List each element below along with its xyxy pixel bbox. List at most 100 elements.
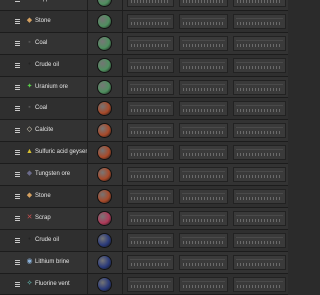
- slot-ticks: [237, 218, 282, 222]
- resource-row[interactable]: ▲ Sulfuric acid geyser: [0, 142, 288, 165]
- setting-slot-3[interactable]: [233, 254, 286, 270]
- slot-divider: [236, 236, 283, 238]
- column-divider: [122, 273, 123, 295]
- setting-slot-1[interactable]: [127, 210, 174, 226]
- drag-handle-icon[interactable]: [15, 18, 20, 24]
- column-divider: [122, 251, 123, 273]
- resource-row[interactable]: • Crude oil: [0, 229, 288, 252]
- setting-slot-2[interactable]: [179, 123, 228, 139]
- drag-handle-icon[interactable]: [15, 0, 20, 2]
- setting-slot-3[interactable]: [233, 0, 286, 7]
- resource-row[interactable]: • Crude oil: [0, 54, 288, 77]
- setting-slot-2[interactable]: [179, 276, 228, 292]
- planet-icon: [98, 102, 111, 116]
- slot-divider: [236, 149, 283, 151]
- setting-slot-1[interactable]: [127, 189, 174, 205]
- setting-slot-1[interactable]: [127, 57, 174, 73]
- setting-slot-2[interactable]: [179, 167, 228, 183]
- setting-slot-3[interactable]: [233, 79, 286, 95]
- setting-slot-1[interactable]: [127, 35, 174, 51]
- resource-row[interactable]: ◆ Stone: [0, 10, 288, 33]
- drag-handle-icon[interactable]: [15, 259, 20, 265]
- planet-icon: [98, 168, 111, 182]
- setting-slot-1[interactable]: [127, 254, 174, 270]
- resource-row[interactable]: ●Copper ore: [0, 0, 288, 11]
- planet-icon: [98, 211, 111, 225]
- resource-row[interactable]: ✦ Uranium ore: [0, 76, 288, 99]
- slot-ticks: [183, 175, 224, 179]
- setting-slot-2[interactable]: [179, 13, 228, 29]
- slot-divider: [130, 149, 171, 151]
- resource-row[interactable]: ◉ Lithium brine: [0, 251, 288, 274]
- slot-divider: [130, 83, 171, 85]
- setting-slot-2[interactable]: [179, 101, 228, 117]
- column-divider: [122, 229, 123, 251]
- drag-handle-icon[interactable]: [15, 128, 20, 134]
- setting-slot-2[interactable]: [179, 254, 228, 270]
- slot-ticks: [183, 218, 224, 222]
- drag-handle-icon[interactable]: [15, 84, 20, 90]
- setting-slot-3[interactable]: [233, 276, 286, 292]
- setting-slot-2[interactable]: [179, 79, 228, 95]
- setting-slot-1[interactable]: [127, 13, 174, 29]
- setting-slot-3[interactable]: [233, 232, 286, 248]
- setting-slot-1[interactable]: [127, 101, 174, 117]
- setting-slot-1[interactable]: [127, 0, 174, 7]
- drag-handle-icon[interactable]: [15, 150, 20, 156]
- slot-divider: [236, 105, 283, 107]
- setting-slot-1[interactable]: [127, 123, 174, 139]
- resource-name: Lithium brine: [35, 258, 70, 265]
- setting-slot-3[interactable]: [233, 189, 286, 205]
- drag-handle-icon[interactable]: [15, 62, 20, 68]
- resource-row[interactable]: ✕ Scrap: [0, 207, 288, 230]
- setting-slot-2[interactable]: [179, 210, 228, 226]
- setting-slot-3[interactable]: [233, 101, 286, 117]
- drag-handle-icon[interactable]: [15, 106, 20, 112]
- setting-slot-3[interactable]: [233, 57, 286, 73]
- setting-slot-2[interactable]: [179, 57, 228, 73]
- setting-slot-1[interactable]: [127, 79, 174, 95]
- setting-slot-3[interactable]: [233, 13, 286, 29]
- setting-slot-3[interactable]: [233, 145, 286, 161]
- setting-slot-3[interactable]: [233, 167, 286, 183]
- setting-slot-1[interactable]: [127, 276, 174, 292]
- drag-handle-icon[interactable]: [15, 215, 20, 221]
- setting-slot-2[interactable]: [179, 145, 228, 161]
- resource-row[interactable]: ▪ Coal: [0, 32, 288, 55]
- resource-name: Tungsten ore: [35, 171, 71, 178]
- slot-divider: [130, 193, 171, 195]
- setting-slot-2[interactable]: [179, 35, 228, 51]
- column-divider: [87, 142, 88, 164]
- column-divider: [87, 10, 88, 32]
- slot-divider: [236, 17, 283, 19]
- setting-slot-2[interactable]: [179, 232, 228, 248]
- setting-slot-3[interactable]: [233, 35, 286, 51]
- resource-row[interactable]: ◆ Stone: [0, 186, 288, 208]
- slot-ticks: [237, 21, 282, 25]
- setting-slot-2[interactable]: [179, 189, 228, 205]
- slot-ticks: [183, 87, 224, 91]
- column-divider: [122, 207, 123, 229]
- resource-row[interactable]: ✧ Fluorine vent: [0, 273, 288, 295]
- setting-slot-3[interactable]: [233, 123, 286, 139]
- resource-name: Uranium ore: [35, 83, 69, 90]
- setting-slot-3[interactable]: [233, 210, 286, 226]
- planet-icon: [98, 124, 111, 138]
- drag-handle-icon[interactable]: [15, 281, 20, 287]
- setting-slot-1[interactable]: [127, 167, 174, 183]
- drag-handle-icon[interactable]: [15, 172, 20, 178]
- resource-row[interactable]: ▪ Coal: [0, 98, 288, 121]
- slot-divider: [130, 236, 171, 238]
- drag-handle-icon[interactable]: [15, 237, 20, 243]
- column-divider: [87, 0, 88, 10]
- resource-row[interactable]: ◆ Tungsten ore: [0, 164, 288, 187]
- drag-handle-icon[interactable]: [15, 40, 20, 46]
- column-divider: [122, 120, 123, 142]
- planet-icon: [98, 80, 111, 94]
- slot-divider: [236, 193, 283, 195]
- setting-slot-1[interactable]: [127, 232, 174, 248]
- resource-row[interactable]: ◇ Calcite: [0, 120, 288, 143]
- drag-handle-icon[interactable]: [15, 194, 20, 200]
- setting-slot-1[interactable]: [127, 145, 174, 161]
- setting-slot-2[interactable]: [179, 0, 228, 7]
